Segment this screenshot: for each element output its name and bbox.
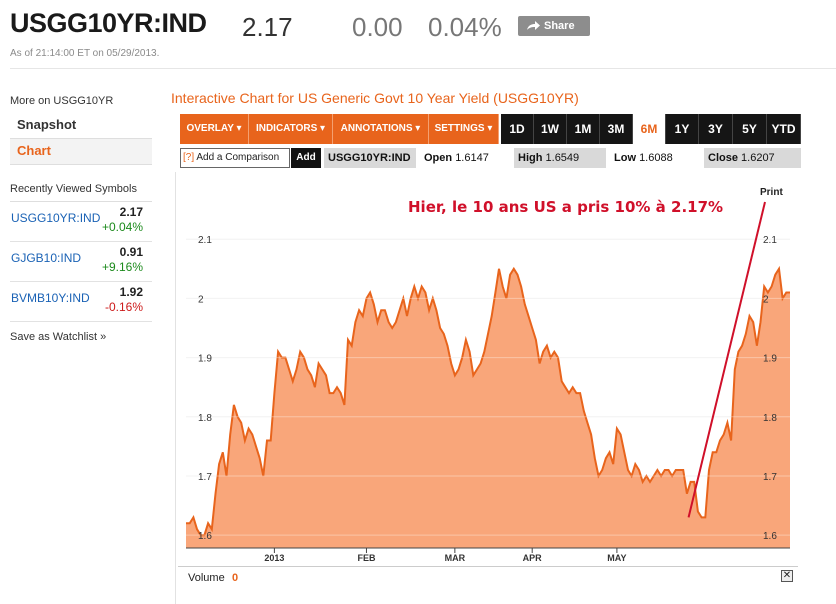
volume-panel: Volume 0 ✕ [178, 566, 798, 590]
range-ytd[interactable]: YTD [767, 114, 801, 144]
share-arrow-icon [527, 21, 540, 30]
y-tick-label-left: 2 [198, 294, 204, 305]
add-comparison-button[interactable]: Add [291, 148, 321, 168]
recent-symbol-row: USGG10YR:IND 2.17 +0.04% [10, 202, 152, 242]
nav-chart[interactable]: Chart [10, 139, 152, 165]
last-price: 2.17 [242, 12, 293, 42]
add-comparison-input[interactable]: [?] Add a Comparison [180, 148, 290, 168]
left-sidebar: More on USGG10YR Snapshot Chart Recently… [10, 95, 152, 343]
recent-symbol-link[interactable]: BVMB10Y:IND [11, 291, 90, 305]
x-tick-label: FEB [357, 553, 376, 563]
price-change-percent: 0.04% [428, 12, 502, 42]
low-stat: Low 1.6088 [610, 148, 702, 168]
recent-symbol-change: +0.04% [101, 220, 143, 234]
recent-symbol-change: +9.16% [101, 260, 143, 274]
high-value: 1.6549 [545, 152, 580, 164]
add-comparison-label: Add a Comparison [196, 152, 280, 163]
open-stat: Open 1.6147 [420, 148, 512, 168]
open-label: Open [424, 152, 453, 164]
volume-value: 0 [232, 572, 239, 584]
recent-symbol-link[interactable]: USGG10YR:IND [11, 211, 100, 225]
print-link[interactable]: Print [760, 187, 783, 198]
close-volume-icon[interactable]: ✕ [781, 570, 793, 582]
overlay-menu[interactable]: OVERLAY ▾ [180, 114, 249, 144]
range-3y[interactable]: 3Y [699, 114, 733, 144]
y-tick-label-right: 2 [763, 294, 769, 305]
x-tick-label: APR [523, 553, 543, 563]
more-on-heading: More on USGG10YR [10, 95, 114, 107]
recent-symbol-row: BVMB10Y:IND 1.92 -0.16% [10, 282, 152, 322]
as-of-timestamp: As of 21:14:00 ET on 05/29/2013. [10, 48, 160, 59]
high-label: High [518, 152, 543, 164]
x-tick-label: MAY [607, 553, 626, 563]
y-tick-label-right: 1.6 [763, 531, 777, 542]
low-value: 1.6088 [639, 152, 673, 164]
open-value: 1.6147 [455, 152, 489, 164]
indicators-menu[interactable]: INDICATORS ▾ [249, 114, 333, 144]
y-tick-label-left: 1.6 [198, 531, 212, 542]
save-watchlist-link[interactable]: Save as Watchlist » [10, 331, 152, 343]
yield-area-chart[interactable]: 1.6 1.6 1.7 1.7 1.8 1.8 1.9 1.9 2 2 2.1 2.1 2013 FEB M… [176, 172, 808, 604]
y-tick-label-right: 1.7 [763, 472, 777, 483]
plot-area: 1.6 1.6 1.7 1.7 1.8 1.8 1.9 1.9 2 2 2.1 2.1 2013 FEB M… [175, 172, 808, 604]
share-button[interactable]: Share [518, 16, 590, 36]
close-label: Close [708, 152, 738, 164]
x-tick-label: 2013 [264, 553, 284, 563]
chart-infobar: [?] Add a Comparison Add USGG10YR:IND Op… [180, 147, 801, 169]
annotation-text: Hier, le 10 ans US a pris 10% à 2.17% [408, 198, 723, 216]
high-stat: High 1.6549 [514, 148, 606, 168]
y-tick-label-right: 1.8 [763, 413, 777, 424]
chart-symbol: USGG10YR:IND [324, 148, 416, 168]
chart-toolbar: OVERLAY ▾ INDICATORS ▾ ANNOTATIONS ▾ SET… [180, 114, 801, 144]
annotations-menu[interactable]: ANNOTATIONS ▾ [333, 114, 429, 144]
settings-menu[interactable]: SETTINGS ▾ [429, 114, 499, 144]
low-label: Low [614, 152, 636, 164]
y-tick-label-left: 1.9 [198, 354, 212, 365]
y-tick-label-left: 1.8 [198, 413, 212, 424]
volume-label: Volume [188, 572, 225, 584]
ticker-symbol: USGG10YR:IND [10, 8, 207, 38]
range-3m[interactable]: 3M [600, 114, 633, 144]
range-1m[interactable]: 1M [567, 114, 600, 144]
nav-snapshot[interactable]: Snapshot [10, 113, 152, 139]
range-1y[interactable]: 1Y [666, 114, 699, 144]
header-divider [10, 68, 836, 69]
range-6m[interactable]: 6M [633, 114, 666, 144]
close-stat: Close 1.6207 [704, 148, 801, 168]
range-1d[interactable]: 1D [501, 114, 534, 144]
y-tick-label-left: 2.1 [198, 235, 212, 246]
price-change: 0.00 [352, 12, 403, 42]
range-1w[interactable]: 1W [534, 114, 567, 144]
quote-header: USGG10YR:IND 2.17 0.00 0.04% Share [10, 6, 830, 46]
recent-symbols-heading: Recently Viewed Symbols [10, 183, 152, 202]
range-5y[interactable]: 5Y [733, 114, 767, 144]
recent-symbol-value: 0.91 [119, 245, 143, 259]
y-tick-label-right: 1.9 [763, 354, 777, 365]
recent-symbol-row: GJGB10:IND 0.91 +9.16% [10, 242, 152, 282]
help-icon[interactable]: [?] [183, 152, 194, 163]
x-tick-label: MAR [445, 553, 466, 563]
recent-symbol-value: 2.17 [119, 205, 143, 219]
recent-symbol-link[interactable]: GJGB10:IND [11, 251, 81, 265]
y-tick-label-right: 2.1 [763, 235, 777, 246]
chart-title: Interactive Chart for US Generic Govt 10… [171, 90, 579, 106]
close-value: 1.6207 [741, 152, 775, 164]
share-label: Share [544, 20, 575, 32]
y-tick-label-left: 1.7 [198, 472, 212, 483]
recent-symbol-change: -0.16% [104, 300, 143, 314]
recent-symbol-value: 1.92 [119, 285, 143, 299]
